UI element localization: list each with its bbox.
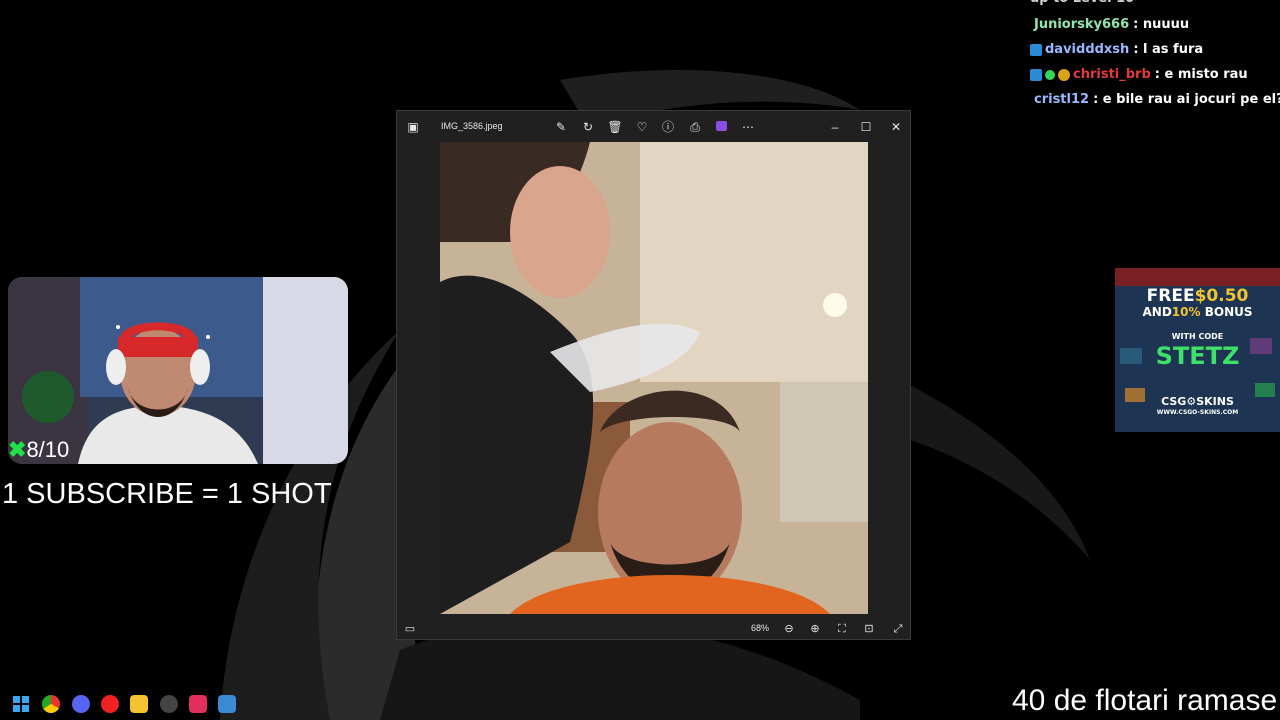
chat-text: : e misto rau	[1154, 67, 1248, 82]
zoom-in-icon[interactable]: ⊕	[808, 622, 822, 636]
sparkle-badge-icon	[1045, 69, 1055, 80]
clipchamp-icon[interactable]	[713, 119, 729, 135]
ad-code: STETZ	[1155, 342, 1240, 370]
bottom-toolbar: ▭ 68% ⊖ ⊕ ⛶ ⊡ ⤢	[397, 617, 912, 641]
chat-message: cristl12 : e bile rau ai jocuri pe el?	[1030, 87, 1280, 112]
green-x-icon: ✖	[8, 437, 27, 462]
file-name: IMG_3586.jpeg	[441, 121, 503, 131]
fit-to-window-icon[interactable]: ⛶	[835, 622, 849, 636]
photos-taskbar-icon[interactable]	[218, 695, 236, 713]
chat-text: : e bile rau ai jocuri pe el?	[1093, 92, 1280, 107]
stream-chat: up to Level 10 Juniorsky666 : nuuuu davi…	[1030, 0, 1280, 112]
ad-free: FREE	[1146, 286, 1195, 306]
file-explorer-icon[interactable]	[130, 695, 148, 713]
ad-amount: $0.50	[1194, 286, 1249, 306]
chat-message: christi_brb : e misto rau	[1030, 62, 1280, 87]
favorite-icon[interactable]: ♡	[634, 119, 650, 135]
photos-app-window: ▣ IMG_3586.jpeg ✎ ↻ 🗑 ♡ ⓘ ⎙ ⋯ – ☐ ✕ ▭ 68…	[396, 110, 911, 640]
zoom-level[interactable]: 68%	[751, 623, 769, 633]
ad-percent: 10%	[1171, 305, 1201, 319]
actual-size-icon[interactable]: ⊡	[862, 622, 876, 636]
sponsor-ad-banner[interactable]: FREE$0.50 AND10% BONUS WITH CODE STETZ C…	[1115, 268, 1280, 432]
photos-app-icon: ▣	[407, 120, 419, 134]
chat-message: davidddxsh : l as fura	[1030, 37, 1280, 62]
taskbar	[0, 690, 260, 720]
chat-username: davidddxsh	[1045, 42, 1130, 57]
delete-icon[interactable]: 🗑	[607, 119, 623, 135]
edit-icon[interactable]: ✎	[553, 119, 569, 135]
discord-icon[interactable]	[72, 695, 90, 713]
ad-with-code: WITH CODE	[1171, 332, 1224, 341]
counter-value: 8/10	[26, 437, 70, 462]
youtube-icon[interactable]	[101, 695, 119, 713]
shot-counter: ✖ 8/10	[8, 437, 69, 463]
ad-and: AND	[1142, 305, 1172, 319]
gift-badge-icon	[1058, 68, 1070, 81]
close-icon[interactable]: ✕	[888, 119, 904, 135]
webcam-feed	[8, 277, 348, 464]
obs-icon[interactable]	[160, 695, 178, 713]
minimize-icon[interactable]: –	[827, 119, 843, 135]
more-icon[interactable]: ⋯	[740, 119, 756, 135]
zoom-out-icon[interactable]: ⊖	[782, 622, 796, 636]
ad-url: WWW.CSGO-SKINS.COM	[1156, 409, 1239, 416]
tiktok-icon[interactable]	[189, 695, 207, 713]
ad-headline: FREE$0.50	[1115, 286, 1280, 306]
fullscreen-icon[interactable]: ⤢	[891, 622, 905, 636]
ad-subheadline: AND10% BONUS	[1115, 305, 1280, 319]
rotate-icon[interactable]: ↻	[580, 119, 596, 135]
ad-brand: CSG⚙SKINS	[1161, 395, 1234, 408]
ad-bonus: BONUS	[1204, 305, 1253, 319]
info-icon[interactable]: ⓘ	[660, 119, 676, 135]
remaining-pushups-text: 40 de flotari ramase	[1012, 684, 1278, 717]
chat-username: Juniorsky666	[1034, 17, 1130, 32]
chat-username: cristl12	[1034, 92, 1090, 107]
chat-text: : nuuuu	[1133, 17, 1190, 32]
chat-text: : l as fura	[1133, 42, 1204, 57]
prime-badge-icon	[1030, 43, 1042, 56]
chrome-icon[interactable]	[42, 695, 60, 713]
chat-message: Juniorsky666 : nuuuu	[1030, 12, 1280, 37]
chat-partial-line: up to Level 10	[1030, 0, 1280, 12]
start-windows-icon[interactable]	[12, 695, 30, 713]
prime-badge-icon	[1030, 68, 1042, 81]
photo-viewer-image[interactable]	[440, 142, 868, 614]
print-icon[interactable]: ⎙	[687, 119, 703, 135]
filmstrip-icon[interactable]: ▭	[403, 622, 417, 636]
chat-username: christi_brb	[1073, 67, 1151, 82]
subscribe-overlay-text: 1 SUBSCRIBE = 1 SHOT	[2, 478, 332, 510]
maximize-icon[interactable]: ☐	[858, 119, 874, 135]
title-bar: ▣ IMG_3586.jpeg ✎ ↻ 🗑 ♡ ⓘ ⎙ ⋯ – ☐ ✕	[397, 111, 912, 143]
